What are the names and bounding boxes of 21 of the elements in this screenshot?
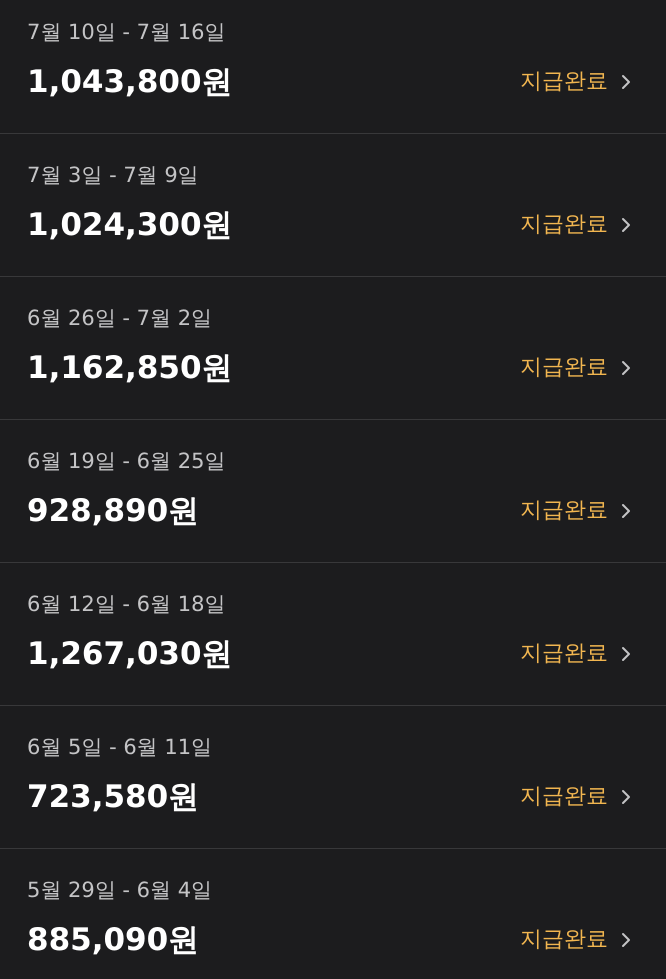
payout-status-link[interactable]: 지급완료	[520, 353, 638, 383]
payout-amount: 1,267,030원	[27, 635, 233, 674]
payout-amount: 1,162,850원	[27, 349, 233, 388]
payout-status-link[interactable]: 지급완료	[520, 496, 638, 526]
payout-amount: 1,043,800원	[27, 63, 233, 102]
payout-amount: 928,890원	[27, 492, 200, 531]
payout-period: 6월 12일 - 6월 18일	[27, 591, 226, 618]
payout-amount: 885,090원	[27, 921, 200, 960]
payout-period: 6월 26일 - 7월 2일	[27, 305, 212, 332]
payout-period: 6월 19일 - 6월 25일	[27, 448, 226, 475]
payout-period: 6월 5일 - 6월 11일	[27, 734, 212, 761]
payout-period: 7월 10일 - 7월 16일	[27, 19, 226, 46]
payout-status-link[interactable]: 지급완료	[520, 67, 638, 97]
payout-status-link[interactable]: 지급완료	[520, 639, 638, 669]
payout-amount: 1,024,300원	[27, 206, 233, 245]
payout-period: 7월 3일 - 7월 9일	[27, 162, 199, 189]
payout-status-link[interactable]: 지급완료	[520, 782, 638, 812]
payout-amount: 723,580원	[27, 778, 200, 817]
payout-period: 5월 29일 - 6월 4일	[27, 877, 212, 904]
payout-status-link[interactable]: 지급완료	[520, 210, 638, 240]
payout-status-link[interactable]: 지급완료	[520, 925, 638, 955]
